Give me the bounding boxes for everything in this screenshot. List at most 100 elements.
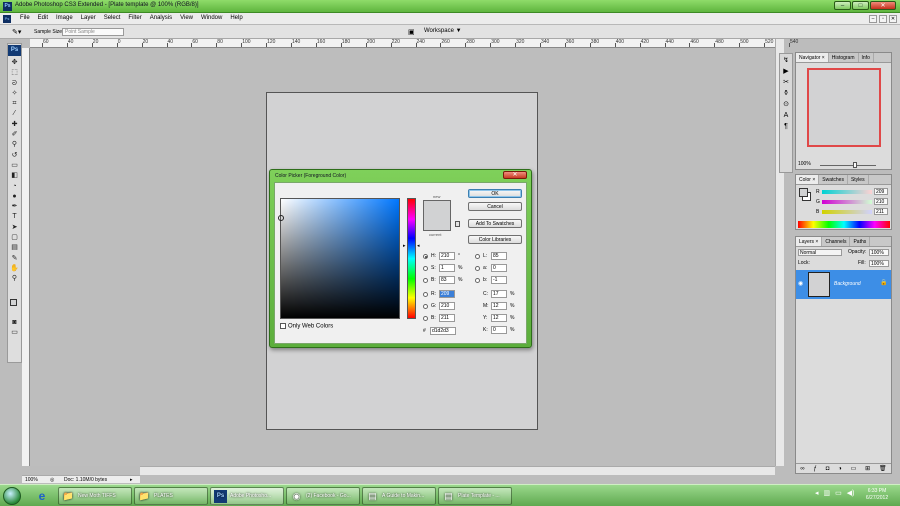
status-menu-arrow-icon[interactable]: ▸ [130, 477, 133, 483]
taskbar-item-new-moth-tiffs[interactable]: 📁 New Moth TIFFS [58, 487, 132, 505]
lab-a-radio[interactable] [475, 266, 480, 271]
lab-a-input[interactable]: 0 [491, 264, 507, 272]
layer-mask-icon[interactable]: ◘ [826, 466, 830, 472]
magic-wand-tool-icon[interactable]: ✧ [9, 89, 20, 98]
zoom-tool-icon[interactable]: ⚲ [9, 274, 20, 283]
hand-tool-icon[interactable]: ✋ [9, 264, 20, 273]
panel-foreground-swatch[interactable] [799, 188, 808, 197]
clone-stamp-tool-icon[interactable]: ⚲ [9, 140, 20, 149]
layer-style-icon[interactable]: ƒ [814, 466, 817, 472]
blue-radio[interactable] [423, 316, 428, 321]
yellow-input[interactable]: 12 [491, 314, 507, 322]
only-web-colors-checkbox[interactable]: Only Web Colors [280, 323, 333, 330]
hue-input[interactable]: 210 [439, 252, 455, 260]
visibility-eye-icon[interactable]: ◉ [798, 280, 804, 287]
color-marker[interactable] [278, 215, 284, 221]
tool-presets-icon[interactable]: ✂ [781, 78, 791, 87]
taskbar-item-photoshop[interactable]: Ps Adobe Photosho... [210, 487, 284, 505]
lab-l-input[interactable]: 85 [491, 252, 507, 260]
tab-color[interactable]: Color × [796, 175, 820, 184]
zoom-slider-knob[interactable] [853, 162, 857, 168]
taskbar-item-guide[interactable]: ▤ A Guide to Makin... [362, 487, 436, 505]
blue-slider[interactable] [822, 210, 872, 214]
add-to-swatches-button[interactable]: Add To Swatches [468, 219, 522, 228]
menu-filter[interactable]: Filter [128, 15, 141, 21]
paragraph-panel-icon[interactable]: ¶ [781, 122, 791, 131]
brightness-input[interactable]: 83 [439, 276, 455, 284]
layer-name[interactable]: Background [834, 281, 861, 287]
doc-restore-button[interactable]: ▫ [879, 15, 887, 23]
hue-arrow-right-icon[interactable]: ◂ [417, 243, 420, 249]
clock[interactable]: 6:33 PM 6/27/2012 [858, 488, 896, 502]
layer-row-background[interactable]: ◉ Background 🔒 [796, 270, 891, 299]
color-libraries-button[interactable]: Color Libraries [468, 235, 522, 244]
menu-view[interactable]: View [180, 15, 193, 21]
workspace-menu[interactable]: Workspace ▼ [424, 28, 462, 34]
character-panel-icon[interactable]: A [781, 111, 791, 120]
hue-arrow-left-icon[interactable]: ▸ [403, 243, 406, 249]
eyedropper-tool-icon[interactable]: ✎ [9, 254, 20, 263]
eraser-tool-icon[interactable]: ▭ [9, 161, 20, 170]
doc-minimize-button[interactable]: – [869, 15, 877, 23]
close-button[interactable]: ✕ [870, 1, 896, 10]
navigator-thumbnail[interactable] [807, 68, 881, 147]
foreground-color-swatch[interactable] [10, 299, 17, 306]
red-value[interactable]: 209 [874, 188, 888, 195]
history-panel-icon[interactable]: ↯ [781, 56, 791, 65]
menu-edit[interactable]: Edit [38, 15, 48, 21]
black-input[interactable]: 0 [491, 326, 507, 334]
lasso-tool-icon[interactable]: ᘐ [9, 79, 20, 88]
taskbar-item-facebook[interactable]: ◉ (2) Facebook - Go... [286, 487, 360, 505]
menu-window[interactable]: Window [201, 15, 222, 21]
tab-layers[interactable]: Layers × [796, 237, 823, 246]
path-selection-tool-icon[interactable]: ➤ [9, 223, 20, 232]
tray-arrow-icon[interactable]: ◂ [815, 489, 819, 497]
navigator-zoom[interactable]: 100% [798, 161, 811, 167]
tab-paths[interactable]: Paths [850, 237, 871, 246]
photoshop-logo-icon[interactable]: Ps [8, 45, 21, 56]
status-icon[interactable]: ◎ [50, 477, 54, 483]
saturation-radio[interactable] [423, 266, 428, 271]
green-value[interactable]: 210 [874, 198, 888, 205]
healing-brush-tool-icon[interactable]: ✚ [9, 120, 20, 129]
tab-navigator[interactable]: Navigator × [796, 53, 829, 62]
minimize-button[interactable]: – [834, 1, 851, 10]
dialog-close-button[interactable]: ✕ [503, 171, 527, 179]
eyedropper-tool-preset-icon[interactable]: ✎▾ [12, 28, 24, 36]
opacity-field[interactable]: 100% [869, 249, 889, 256]
green-radio[interactable] [423, 304, 428, 309]
tray-network-icon[interactable]: ▥ [824, 489, 831, 497]
tab-swatches[interactable]: Swatches [819, 175, 848, 184]
photoshop-menu-icon[interactable]: Ps [3, 15, 11, 23]
taskbar-item-plate-template[interactable]: ▤ Plate Template - ... [438, 487, 512, 505]
pen-tool-icon[interactable]: ✒ [9, 202, 20, 211]
menu-file[interactable]: File [20, 15, 30, 21]
start-button[interactable] [3, 487, 21, 505]
brightness-radio[interactable] [423, 278, 428, 283]
checkbox-box[interactable] [280, 323, 286, 329]
doc-close-button[interactable]: ✕ [889, 15, 897, 23]
tab-styles[interactable]: Styles [848, 175, 869, 184]
tab-channels[interactable]: Channels [822, 237, 851, 246]
notes-tool-icon[interactable]: ▤ [9, 243, 20, 252]
zoom-slider[interactable] [820, 165, 876, 166]
blue-input[interactable]: 211 [439, 314, 455, 322]
cancel-button[interactable]: Cancel [468, 202, 522, 211]
maximize-button[interactable]: □ [852, 1, 869, 10]
taskbar-item-plates[interactable]: 📁 PLATES [134, 487, 208, 505]
link-layers-icon[interactable]: ∞ [800, 466, 804, 472]
fill-field[interactable]: 100% [869, 260, 889, 267]
brushes-panel-icon[interactable]: ⚱ [781, 89, 791, 98]
tray-volume-icon[interactable]: ◀) [847, 489, 855, 497]
red-radio[interactable] [423, 292, 428, 297]
new-group-icon[interactable]: ▭ [851, 465, 857, 472]
lab-l-radio[interactable] [475, 254, 480, 259]
type-tool-icon[interactable]: T [9, 212, 20, 221]
menu-select[interactable]: Select [104, 15, 121, 21]
actions-panel-icon[interactable]: ▶ [781, 67, 791, 76]
bridge-icon[interactable]: ▣ [408, 28, 420, 36]
dodge-tool-icon[interactable]: ● [9, 192, 20, 201]
red-slider[interactable] [822, 190, 872, 194]
green-input[interactable]: 210 [439, 302, 455, 310]
move-tool-icon[interactable]: ✥ [9, 58, 20, 67]
